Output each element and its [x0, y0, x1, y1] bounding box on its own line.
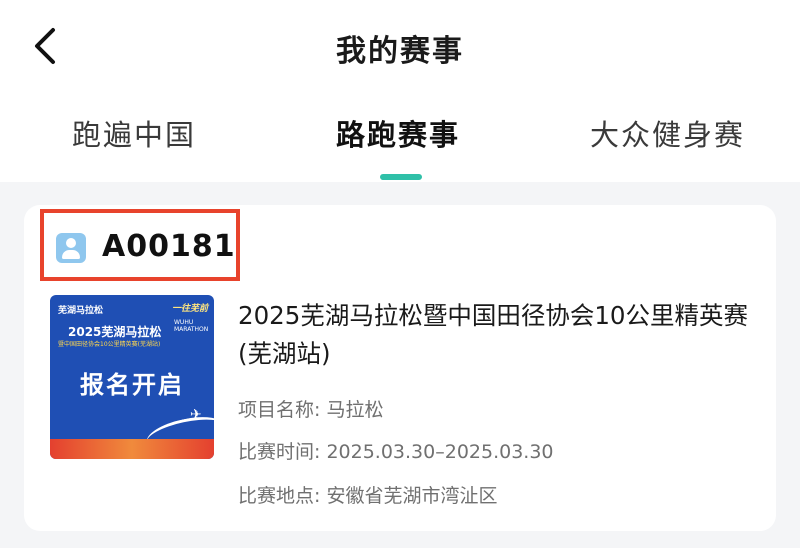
tab-road-running[interactable]: 路跑赛事	[336, 112, 460, 154]
active-tab-indicator	[380, 174, 422, 180]
poster-main-text: 报名开启	[80, 371, 184, 399]
bib-number: A00181	[102, 229, 236, 264]
page-title: 我的赛事	[336, 34, 464, 69]
poster-title: 2025芜湖马拉松	[68, 325, 162, 339]
top-bar: 我的赛事	[0, 0, 800, 90]
event-poster[interactable]: 芜湖马拉松 一往芜前 2025芜湖马拉松 WUHU MARATHON 暨中国田径…	[50, 295, 214, 459]
poster-brand-text: 一往芜前	[171, 304, 208, 314]
poster-subtitle: 暨中国田径协会10公里精英赛(芜湖站)	[58, 341, 161, 348]
poster-bottom-band	[50, 439, 214, 459]
event-time: 比赛时间: 2025.03.30–2025.03.30	[238, 441, 554, 463]
event-location: 比赛地点: 安徽省芜湖市湾沚区	[238, 485, 498, 507]
event-title[interactable]: 2025芜湖马拉松暨中国田径协会10公里精英赛(芜湖站)	[238, 297, 768, 373]
poster-top-text: 芜湖马拉松	[58, 306, 104, 316]
airplane-icon: ✈	[190, 407, 202, 423]
user-card-icon	[56, 233, 86, 263]
event-card[interactable]: A00181 芜湖马拉松 一往芜前 2025芜湖马拉松 WUHU MARATHO…	[24, 205, 776, 531]
event-project: 项目名称: 马拉松	[238, 399, 384, 421]
tab-bar: 跑遍中国 路跑赛事 大众健身赛	[0, 90, 800, 182]
tab-run-china[interactable]: 跑遍中国	[72, 112, 196, 154]
tab-public-fitness[interactable]: 大众健身赛	[590, 112, 745, 154]
bib-number-highlight: A00181	[40, 209, 240, 281]
poster-title-en: WUHU MARATHON	[174, 319, 209, 333]
